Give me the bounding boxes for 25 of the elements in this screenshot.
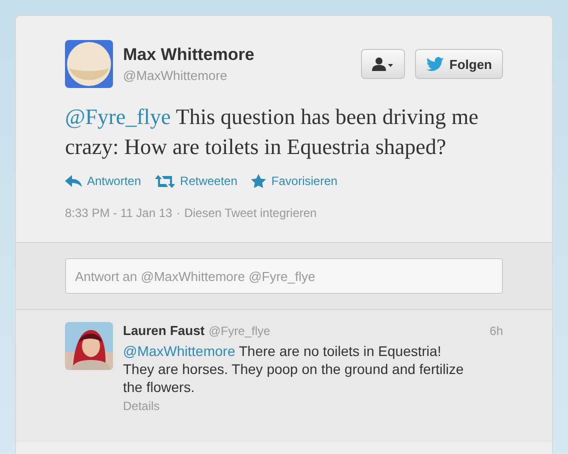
reply-time: 6h (490, 323, 503, 340)
embed-link[interactable]: Diesen Tweet integrieren (184, 206, 317, 220)
author-handle: @MaxWhittemore (123, 68, 228, 83)
reply-author-handle: @Fyre_flye (208, 323, 272, 340)
bird-icon (426, 57, 444, 71)
mention-link[interactable]: @Fyre_flye (65, 104, 171, 129)
retweet-link[interactable]: Retweeten (155, 174, 238, 188)
reply-text: @MaxWhittemore There are no toilets in Equestria! They are horses. They poop on the ground and fertilize the flowers. (123, 342, 465, 396)
star-icon (251, 174, 266, 188)
reply-link[interactable]: Antworten (65, 174, 142, 188)
separator: · (176, 206, 180, 220)
avatar (65, 40, 113, 88)
author-name: Max Whittemore (123, 45, 256, 65)
user-menu-icon (372, 57, 394, 71)
follow-button[interactable]: Folgen (415, 49, 503, 79)
tweet-text: @Fyre_flye This question has been driving me crazy: How are toilets in Equestria shaped? (65, 103, 480, 161)
favorite-link[interactable]: Favorisieren (251, 174, 338, 188)
reply-field[interactable]: Antwort an @MaxWhittemore @Fyre_flye (65, 258, 503, 294)
reply-arrow-icon (65, 175, 82, 187)
user-menu-button[interactable] (361, 49, 406, 79)
mention-link[interactable]: @MaxWhittemore (123, 343, 236, 359)
reply-author-name: Lauren Faust (123, 322, 205, 340)
retweet-icon (155, 174, 176, 188)
details-link[interactable]: Details (123, 399, 160, 413)
tweet-time: 8:33 PM - 11 Jan 13 (65, 206, 172, 220)
